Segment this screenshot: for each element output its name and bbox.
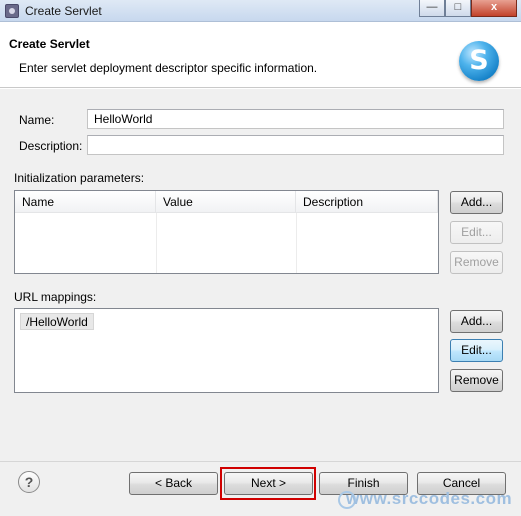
url-mappings-remove-button[interactable]: Remove [450, 369, 503, 392]
url-mappings-edit-button[interactable]: Edit... [450, 339, 503, 362]
column-header-value[interactable]: Value [156, 191, 296, 213]
description-label: Description: [19, 139, 83, 153]
close-button[interactable]: x [471, 0, 517, 17]
column-divider [156, 213, 157, 273]
back-button[interactable]: < Back [129, 472, 218, 495]
url-mappings-label: URL mappings: [14, 290, 97, 304]
minimize-button[interactable]: — [419, 0, 445, 17]
list-item[interactable]: /HelloWorld [20, 313, 94, 330]
app-icon[interactable] [5, 4, 19, 18]
description-field[interactable] [87, 135, 504, 155]
column-header-name[interactable]: Name [15, 191, 156, 213]
column-divider [296, 213, 297, 273]
servlet-logo-icon: S [459, 41, 499, 81]
column-header-description[interactable]: Description [296, 191, 438, 213]
url-mappings-add-button[interactable]: Add... [450, 310, 503, 333]
name-field[interactable]: HelloWorld [87, 109, 504, 129]
window-title: Create Servlet [25, 4, 102, 18]
maximize-button[interactable]: □ [445, 0, 471, 17]
page-description: Enter servlet deployment descriptor spec… [19, 61, 318, 75]
wizard-header [0, 22, 521, 88]
next-button-highlight [220, 467, 316, 500]
url-mappings-list[interactable]: /HelloWorld [14, 308, 439, 393]
watermark: www.srccodes.com [346, 489, 513, 508]
help-icon[interactable]: ? [18, 471, 40, 493]
init-params-label: Initialization parameters: [14, 171, 145, 185]
init-params-add-button[interactable]: Add... [450, 191, 503, 214]
init-params-edit-button[interactable]: Edit... [450, 221, 503, 244]
name-label: Name: [19, 113, 55, 127]
init-params-table[interactable]: Name Value Description [14, 190, 439, 274]
init-params-remove-button[interactable]: Remove [450, 251, 503, 274]
page-title: Create Servlet [9, 37, 90, 51]
